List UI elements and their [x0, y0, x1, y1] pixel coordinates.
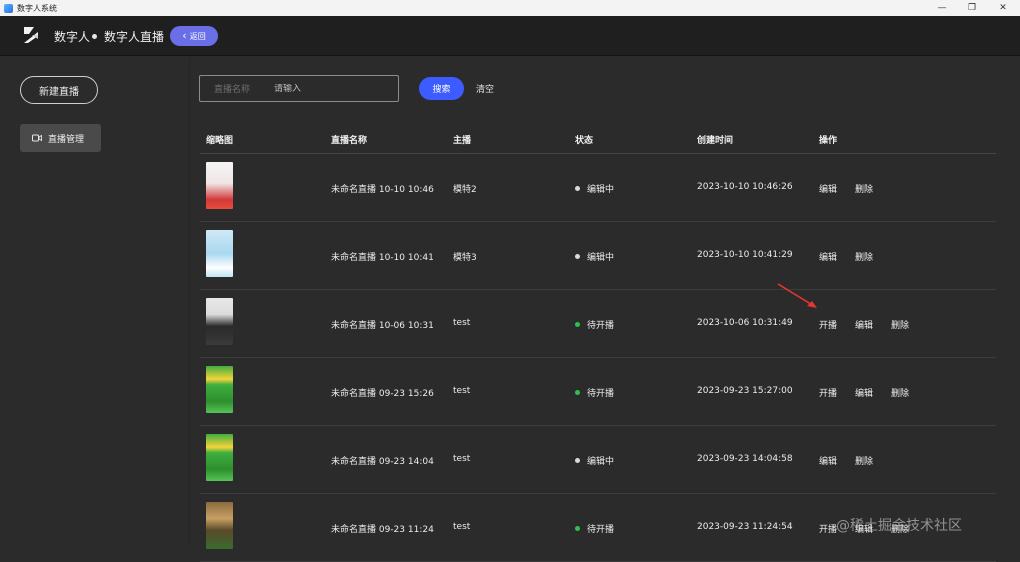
table-body: 未命名直播 10-10 10:46 模特2 编辑中 2023-10-10 10:46:… — [200, 154, 996, 562]
row-name: 未命名直播 10-06 10:31 — [331, 321, 434, 331]
new-live-button[interactable]: 新建直播 — [20, 76, 98, 104]
edit-button[interactable]: 编辑 — [855, 386, 873, 399]
column-header: 操作 — [819, 136, 838, 146]
row-name: 未命名直播 10-10 10:46 — [331, 185, 434, 195]
row-status: 编辑中 — [575, 454, 614, 467]
breadcrumb-separator — [92, 34, 97, 39]
search-button[interactable]: 搜索 — [419, 77, 464, 100]
delete-button[interactable]: 删除 — [891, 318, 909, 331]
edit-button[interactable]: 编辑 — [819, 454, 837, 467]
status-dot-icon — [575, 458, 580, 463]
row-created-time: 2023-10-06 10:31:49 — [697, 318, 793, 328]
row-status-label: 编辑中 — [587, 457, 615, 467]
annotation-arrow-icon — [777, 283, 817, 308]
row-status: 待开播 — [575, 318, 614, 331]
edit-button[interactable]: 编辑 — [819, 250, 837, 263]
search-box: 直播名称 — [199, 75, 399, 102]
row-status-label: 待开播 — [587, 525, 615, 535]
row-status-label: 编辑中 — [587, 253, 615, 263]
row-status: 编辑中 — [575, 250, 614, 263]
row-thumbnail — [206, 502, 233, 549]
row-name: 未命名直播 09-23 15:26 — [331, 389, 434, 399]
back-button[interactable]: ‹ 返回 — [170, 26, 218, 46]
row-created-time: 2023-09-23 15:27:00 — [697, 386, 793, 396]
row-name: 未命名直播 09-23 11:24 — [331, 525, 434, 535]
row-anchor: test — [453, 522, 471, 532]
app-header: 数字人 数字人直播 ‹ 返回 — [0, 16, 1020, 56]
window-title: 数字人系统 — [17, 3, 57, 13]
minimize-button[interactable]: — — [927, 0, 957, 16]
row-status: 待开播 — [575, 386, 614, 399]
breadcrumb-root: 数字人 — [54, 30, 91, 44]
start-live-button[interactable]: 开播 — [819, 386, 837, 399]
maximize-button[interactable]: ❐ — [957, 0, 987, 16]
row-status-label: 待开播 — [587, 321, 615, 331]
row-thumbnail — [206, 230, 233, 277]
start-live-button[interactable]: 开播 — [819, 522, 837, 535]
row-created-time: 2023-10-10 10:41:29 — [697, 250, 793, 260]
delete-button[interactable]: 删除 — [891, 386, 909, 399]
row-anchor: 模特2 — [453, 185, 477, 195]
clear-button[interactable]: 清空 — [476, 82, 494, 95]
column-header: 状态 — [575, 136, 594, 146]
status-dot-icon — [575, 526, 580, 531]
watermark: @稀土掘金技术社区 — [836, 518, 962, 534]
column-header: 创建时间 — [697, 136, 734, 146]
video-camera-icon — [32, 134, 42, 142]
search-input[interactable] — [274, 83, 384, 94]
column-header: 缩略图 — [206, 136, 234, 146]
row-anchor: test — [453, 454, 471, 464]
window-titlebar: 数字人系统 — [0, 0, 1020, 16]
row-thumbnail — [206, 434, 233, 481]
row-thumbnail — [206, 366, 233, 413]
row-status: 编辑中 — [575, 182, 614, 195]
sidebar-item-live-management[interactable]: 直播管理 — [20, 124, 101, 152]
search-label: 直播名称 — [214, 85, 251, 95]
status-dot-icon — [575, 322, 580, 327]
sidebar-item-label: 直播管理 — [48, 134, 85, 145]
breadcrumb-current: 数字人直播 — [104, 30, 165, 44]
table-row: 未命名直播 10-10 10:41 模特3 编辑中 2023-10-10 10:41:… — [200, 222, 996, 290]
logo-icon — [24, 27, 38, 43]
table-row: 未命名直播 09-23 15:26 test 待开播 2023-09-23 15:27… — [200, 358, 996, 426]
row-created-time: 2023-10-10 10:46:26 — [697, 182, 793, 192]
edit-button[interactable]: 编辑 — [855, 318, 873, 331]
row-thumbnail — [206, 162, 233, 209]
table-row: 未命名直播 10-10 10:46 模特2 编辑中 2023-10-10 10:46:… — [200, 154, 996, 222]
delete-button[interactable]: 删除 — [855, 454, 873, 467]
row-created-time: 2023-09-23 11:24:54 — [697, 522, 793, 532]
status-dot-icon — [575, 254, 580, 259]
row-anchor: 模特3 — [453, 253, 477, 263]
row-name: 未命名直播 09-23 14:04 — [331, 457, 434, 467]
close-button[interactable]: ✕ — [988, 0, 1018, 16]
sidebar: 新建直播 直播管理 — [0, 57, 190, 546]
row-thumbnail — [206, 298, 233, 345]
row-status: 待开播 — [575, 522, 614, 535]
row-name: 未命名直播 10-10 10:41 — [331, 253, 434, 263]
row-created-time: 2023-09-23 14:04:58 — [697, 454, 793, 464]
row-status-label: 待开播 — [587, 389, 615, 399]
status-dot-icon — [575, 390, 580, 395]
row-anchor: test — [453, 318, 471, 328]
status-dot-icon — [575, 186, 580, 191]
delete-button[interactable]: 删除 — [855, 250, 873, 263]
live-table: 缩略图 直播名称 主播 状态 创建时间 操作 未命名直播 10-10 10:46… — [200, 124, 996, 562]
chevron-left-icon: ‹ — [182, 29, 187, 42]
row-anchor: test — [453, 386, 471, 396]
column-header: 主播 — [453, 136, 472, 146]
delete-button[interactable]: 删除 — [855, 182, 873, 195]
column-header: 直播名称 — [331, 136, 368, 146]
table-header: 缩略图 直播名称 主播 状态 创建时间 操作 — [200, 124, 996, 154]
table-row: 未命名直播 10-06 10:31 test 待开播 2023-10-06 10:31… — [200, 290, 996, 358]
table-row: 未命名直播 09-23 14:04 test 编辑中 2023-09-23 14:04… — [200, 426, 996, 494]
start-live-button[interactable]: 开播 — [819, 318, 837, 331]
app-icon — [4, 3, 13, 13]
edit-button[interactable]: 编辑 — [819, 182, 837, 195]
back-button-label: 返回 — [189, 31, 206, 41]
row-status-label: 编辑中 — [587, 185, 615, 195]
